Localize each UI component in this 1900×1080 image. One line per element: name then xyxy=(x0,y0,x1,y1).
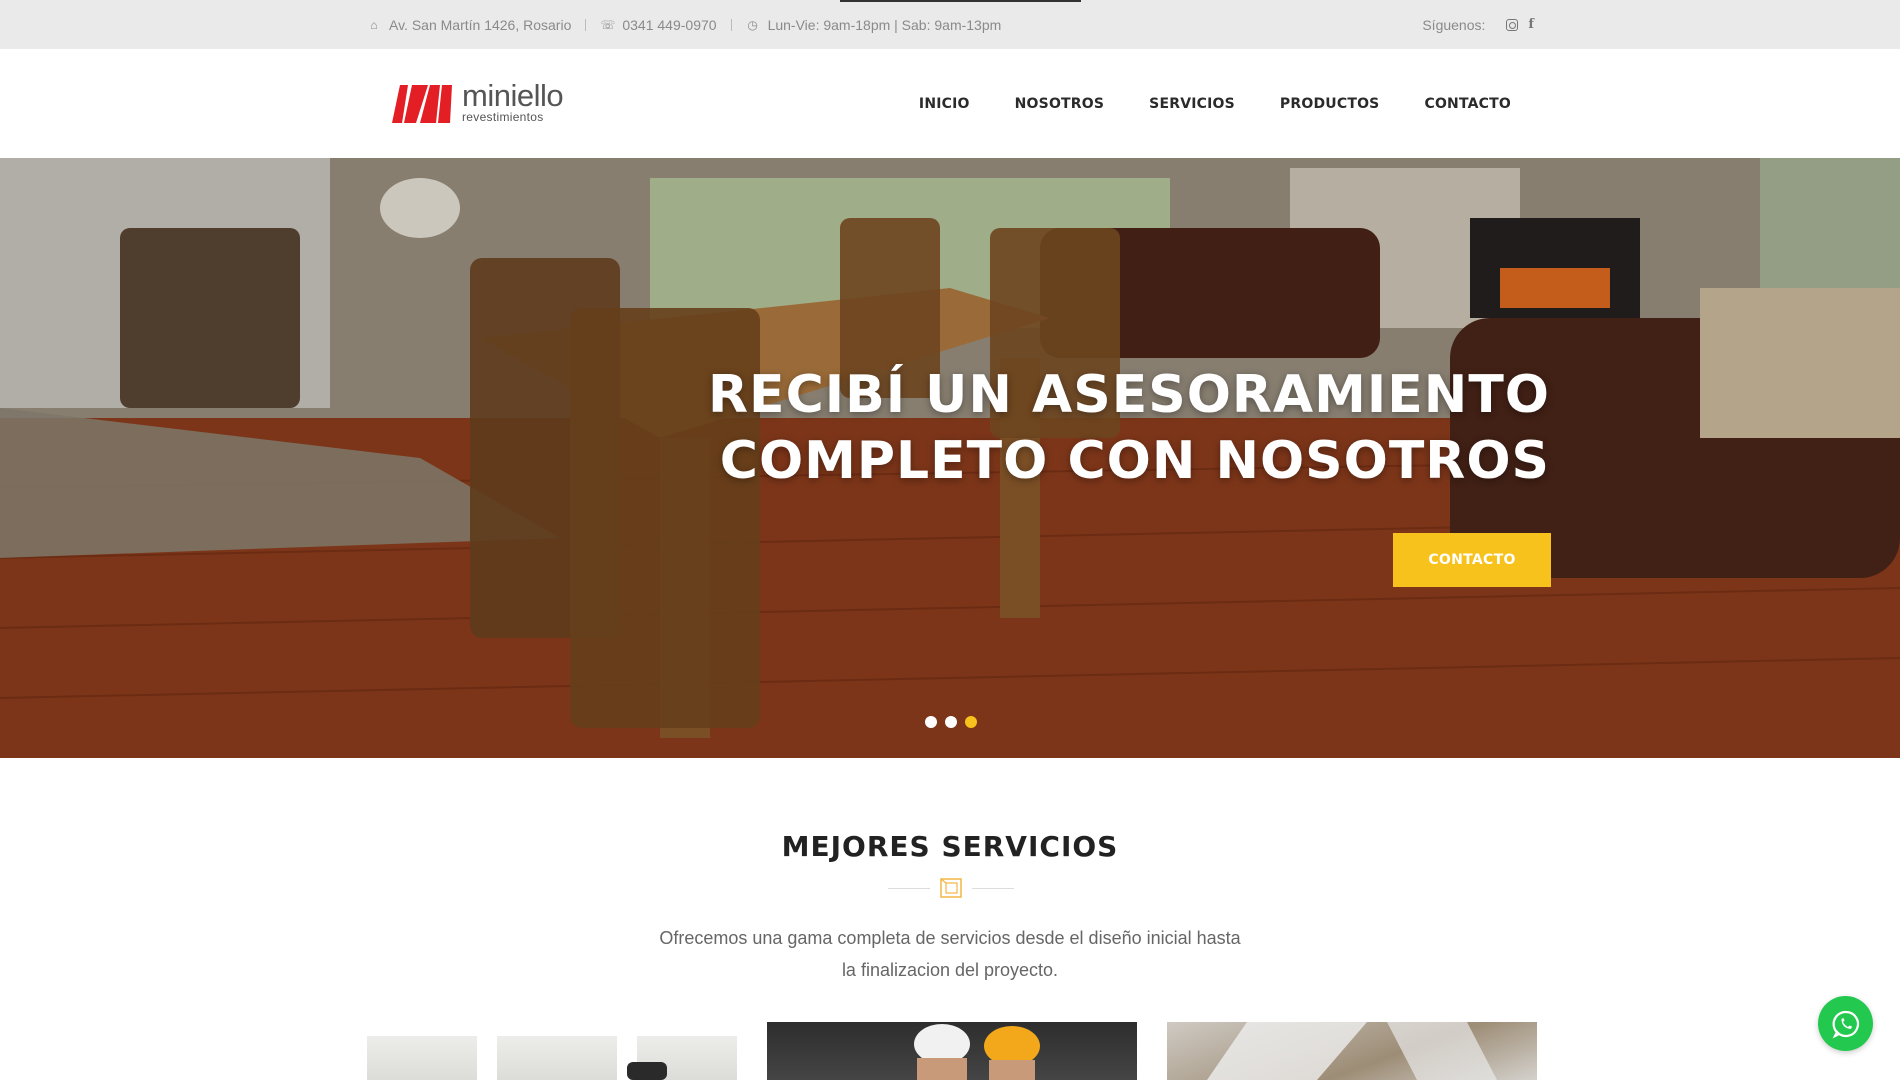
hero-contact-button[interactable]: CONTACTO xyxy=(1393,533,1551,587)
slider-dot-2[interactable] xyxy=(945,716,957,728)
social-links: Síguenos: f xyxy=(1422,0,1534,49)
service-card-3[interactable] xyxy=(1167,1022,1537,1080)
phone-item[interactable]: ☏ 0341 449-0970 xyxy=(600,17,716,33)
slider-dots xyxy=(925,716,985,728)
service-card-2[interactable] xyxy=(767,1022,1137,1080)
blueprint-icon xyxy=(940,878,962,898)
clock-icon: ◷ xyxy=(747,17,758,32)
logo-mark-icon xyxy=(392,85,452,123)
slider-dot-3[interactable] xyxy=(965,716,977,728)
service-card-1[interactable] xyxy=(367,1022,737,1080)
main-nav: INICIO NOSOTROS SERVICIOS PRODUCTOS CONT… xyxy=(919,49,1511,158)
slider-dot-1[interactable] xyxy=(925,716,937,728)
contact-info: ⌂ Av. San Martín 1426, Rosario ☏ 0341 44… xyxy=(367,0,1001,49)
services-desc-line1: Ofrecemos una gama completa de servicios… xyxy=(659,928,1241,948)
whatsapp-button[interactable] xyxy=(1818,996,1873,1051)
logo[interactable]: miniello revestimientos xyxy=(392,78,564,123)
hero-title: RECIBÍ UN ASESORAMIENTO COMPLETO CON NOS… xyxy=(708,362,1550,494)
hero-slider: RECIBÍ UN ASESORAMIENTO COMPLETO CON NOS… xyxy=(0,158,1900,758)
whatsapp-icon xyxy=(1832,1010,1859,1038)
follow-label: Síguenos: xyxy=(1422,16,1486,33)
section-divider xyxy=(888,876,1014,900)
separator xyxy=(730,18,732,31)
facebook-icon[interactable]: f xyxy=(1528,17,1534,32)
hours-item: ◷ Lun-Vie: 9am-18pm | Sab: 9am-13pm xyxy=(746,16,1002,33)
instagram-icon[interactable] xyxy=(1506,18,1519,31)
nav-inicio[interactable]: INICIO xyxy=(919,96,970,112)
brand-name: miniello xyxy=(462,78,564,113)
hero-title-line2: COMPLETO CON NOSOTROS xyxy=(719,431,1550,491)
separator xyxy=(585,18,587,31)
map-marker-icon: ⌂ xyxy=(370,17,378,32)
service-image-3 xyxy=(1207,1022,1497,1080)
site-header: miniello revestimientos INICIO NOSOTROS … xyxy=(0,49,1900,158)
nav-servicios[interactable]: SERVICIOS xyxy=(1149,96,1235,112)
address-item: ⌂ Av. San Martín 1426, Rosario xyxy=(367,17,571,33)
nav-nosotros[interactable]: NOSOTROS xyxy=(1015,96,1105,112)
services-desc-line2: la finalizacion del proyecto. xyxy=(841,960,1059,980)
nav-contacto[interactable]: CONTACTO xyxy=(1424,96,1511,112)
service-image-1 xyxy=(367,1022,737,1080)
hours-text: Lun-Vie: 9am-18pm | Sab: 9am-13pm xyxy=(767,16,1002,33)
phone-text[interactable]: 0341 449-0970 xyxy=(622,17,716,33)
address-text: Av. San Martín 1426, Rosario xyxy=(389,16,572,33)
top-bar: ⌂ Av. San Martín 1426, Rosario ☏ 0341 44… xyxy=(0,0,1900,49)
service-image-2 xyxy=(914,1024,1040,1080)
services-description: Ofrecemos una gama completa de servicios… xyxy=(0,922,1900,986)
nav-productos[interactable]: PRODUCTOS xyxy=(1280,96,1380,112)
services-title: MEJORES SERVICIOS xyxy=(781,830,1119,863)
hero-title-line1: RECIBÍ UN ASESORAMIENTO xyxy=(708,365,1550,425)
phone-icon: ☏ xyxy=(600,17,616,32)
